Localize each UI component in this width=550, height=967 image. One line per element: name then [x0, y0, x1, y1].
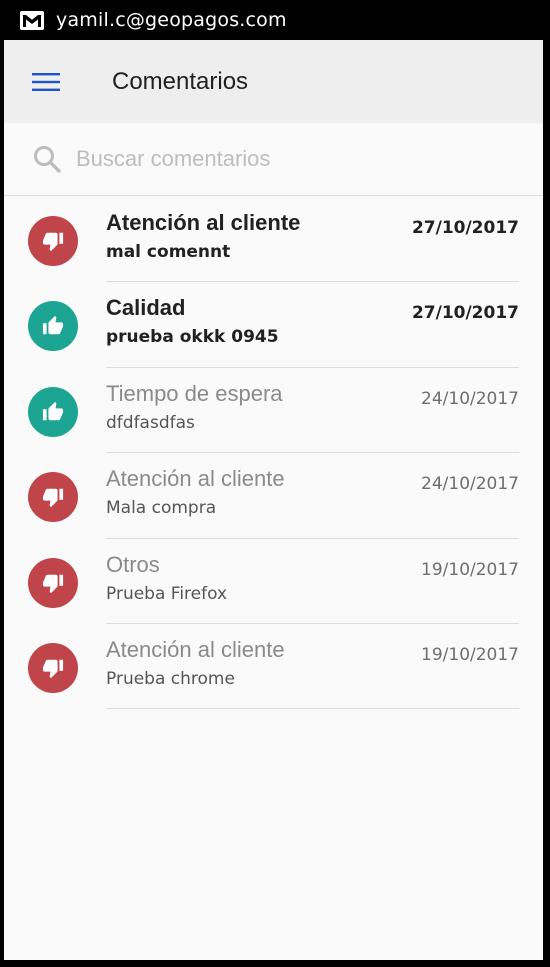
thumbs-down-icon — [42, 574, 64, 593]
comment-date: 19/10/2017 — [421, 559, 519, 580]
thumbs-up-icon — [42, 316, 64, 335]
search-bar — [4, 123, 543, 196]
sentiment-avatar — [28, 216, 78, 266]
hamburger-menu-icon — [32, 72, 60, 91]
comment-text: dfdfasdfas — [106, 412, 195, 433]
page-title: Comentarios — [112, 67, 249, 95]
comment-item[interactable]: Atención al cliente Mala compra 24/10/20… — [4, 453, 543, 539]
comment-category: Atención al cliente — [106, 210, 301, 235]
search-input[interactable] — [76, 139, 496, 179]
sentiment-avatar — [28, 301, 78, 352]
comment-item[interactable]: Otros Prueba Firefox 19/10/2017 — [4, 539, 543, 624]
gmail-icon — [20, 10, 44, 30]
thumbs-down-icon — [42, 488, 64, 508]
comment-text: Prueba chrome — [106, 668, 235, 689]
sentiment-avatar — [28, 557, 78, 608]
comment-item[interactable]: Atención al cliente mal comennt 27/10/20… — [4, 197, 543, 283]
sentiment-avatar — [28, 386, 78, 437]
comment-date: 24/10/2017 — [421, 388, 519, 409]
comment-item[interactable]: Atención al cliente Prueba chrome 19/10/… — [4, 624, 543, 710]
account-email: yamil.c@geopagos.com — [56, 9, 287, 31]
comment-category: Otros — [106, 551, 160, 577]
sentiment-avatar — [28, 642, 78, 693]
comment-category: Atención al cliente — [106, 466, 285, 492]
thumbs-down-icon — [42, 232, 64, 252]
comment-date: 27/10/2017 — [411, 303, 519, 324]
thumbs-down-icon — [42, 659, 64, 679]
divider — [106, 708, 519, 710]
toolbar: Comentarios — [4, 40, 543, 123]
comment-category: Calidad — [106, 295, 186, 321]
comment-date: 24/10/2017 — [421, 474, 519, 495]
comment-text: Prueba Firefox — [106, 583, 228, 604]
search-icon — [34, 146, 61, 173]
comment-category: Tiempo de espera — [106, 380, 283, 406]
comment-category: Atención al cliente — [106, 636, 285, 662]
comment-item[interactable]: Tiempo de espera dfdfasdfas 24/10/2017 — [4, 368, 543, 454]
comments-list: Atención al cliente mal comennt 27/10/20… — [4, 197, 543, 710]
thumbs-up-icon — [42, 401, 64, 421]
comment-text: Mala compra — [106, 498, 217, 519]
comment-date: 27/10/2017 — [411, 218, 519, 238]
menu-button[interactable] — [19, 55, 73, 109]
app-window: Comentarios Atención al cliente mal come… — [4, 40, 543, 960]
comment-text: prueba okkk 0945 — [106, 327, 279, 348]
comment-item[interactable]: Calidad prueba okkk 0945 27/10/2017 — [4, 282, 543, 368]
comment-text: mal comennt — [106, 242, 231, 262]
sentiment-avatar — [28, 472, 78, 523]
comment-date: 19/10/2017 — [421, 644, 519, 665]
status-bar: yamil.c@geopagos.com — [0, 0, 550, 40]
